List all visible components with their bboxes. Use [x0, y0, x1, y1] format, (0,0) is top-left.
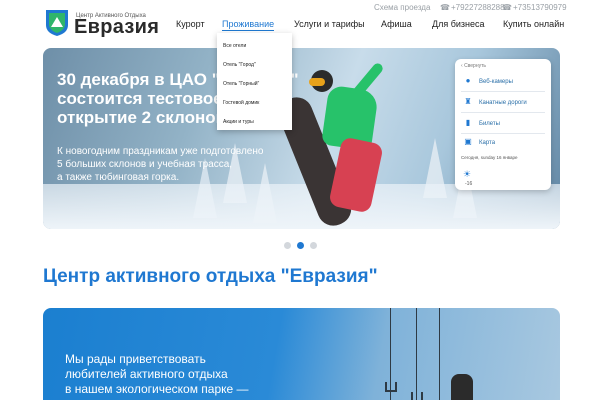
temperature-value: -16	[465, 181, 473, 187]
panel-item-label: Веб-камеры	[479, 79, 513, 85]
snow-ground	[43, 184, 560, 229]
lift-cable	[416, 308, 417, 400]
panel-item-label: Билеты	[479, 121, 500, 127]
panel-item-tickets[interactable]: ▮ Билеты	[463, 116, 547, 130]
map-icon: ▣	[464, 137, 472, 146]
panel-item-label: Канатные дороги	[479, 100, 527, 106]
phone-link-2[interactable]: ☎+73513790979	[502, 3, 567, 12]
quick-links-panel: ‹ Свернуть ● Веб-камеры ♜ Канатные дороги …	[455, 59, 551, 190]
divider	[461, 112, 545, 113]
hero-description: К новогодним праздникам уже подготовлено…	[57, 145, 317, 184]
banner-text-line: любителей активного отдыха	[65, 367, 228, 381]
sun-icon: ☀	[463, 169, 472, 179]
snowboarder-image	[309, 78, 325, 86]
accommodation-dropdown: Все отели Отель "Город" Отель "Горный" Г…	[217, 33, 292, 130]
dropdown-item-all-hotels[interactable]: Все отели	[217, 37, 292, 56]
logo-icon[interactable]	[43, 7, 71, 37]
phone-link-1[interactable]: ☎+79227288288	[440, 3, 505, 12]
pin-icon: ●	[465, 76, 471, 85]
hero-text-line: а также тюбинговая горка.	[57, 172, 180, 183]
nav-item-business[interactable]: Для бизнеса	[432, 19, 485, 29]
panel-item-lifts[interactable]: ♜ Канатные дороги	[463, 95, 547, 109]
chairlift-image	[411, 392, 423, 400]
panel-item-map[interactable]: ▣ Карта	[463, 135, 547, 149]
site-header: Центр Активного Отдыха Евразия Схема про…	[0, 0, 600, 46]
dropdown-item-guest-house[interactable]: Гостевой домик	[217, 94, 292, 113]
lift-icon: ♜	[464, 97, 472, 106]
lift-cable	[439, 308, 440, 400]
banner-text-line: в нашем экологическом парке —	[65, 382, 249, 396]
phone-number-1: +79227288288	[450, 3, 505, 12]
section-title: Центр активного отдыха "Евразия"	[43, 266, 378, 287]
phone-number-2: +73513790979	[512, 3, 567, 12]
hero-text-line: К новогодним праздникам уже подготовлено	[57, 146, 264, 157]
route-link[interactable]: Схема проезда	[374, 3, 430, 12]
phone-icon: ☎	[502, 3, 512, 12]
divider	[461, 91, 545, 92]
nav-item-services[interactable]: Услуги и тарифы	[294, 19, 365, 29]
dropdown-item-hotel-gorod[interactable]: Отель "Город"	[217, 56, 292, 75]
chairlift-image	[385, 382, 397, 392]
hero-text-line: 5 больших склонов и учебная трасса,	[57, 159, 233, 170]
dropdown-item-offers[interactable]: Акции и туры	[217, 113, 292, 132]
banner-text-line: Мы рады приветствовать	[65, 352, 206, 366]
ticket-icon: ▮	[465, 118, 471, 127]
about-banner: Мы рады приветствовать любителей активно…	[43, 308, 560, 400]
weather-date: Сегодня, sunday 16 январе	[461, 155, 518, 160]
panel-item-webcams[interactable]: ● Веб-камеры	[463, 74, 547, 88]
nav-item-buy-online[interactable]: Купить онлайн	[503, 19, 564, 29]
skier-image	[451, 374, 473, 400]
divider	[461, 133, 545, 134]
banner-text: Мы рады приветствовать любителей активно…	[65, 352, 249, 397]
nav-item-resort[interactable]: Курорт	[176, 19, 205, 29]
panel-item-label: Карта	[479, 140, 496, 146]
slider-dot[interactable]	[284, 242, 291, 249]
dropdown-item-hotel-gorny[interactable]: Отель "Горный"	[217, 75, 292, 94]
phone-icon: ☎	[440, 3, 450, 12]
nav-item-events[interactable]: Афиша	[381, 19, 412, 29]
collapse-label: Свернуть	[464, 63, 486, 69]
collapse-button[interactable]: ‹ Свернуть	[461, 63, 486, 69]
logo-name[interactable]: Евразия	[74, 16, 159, 39]
nav-item-accommodation[interactable]: Проживание	[222, 19, 275, 31]
slider-dots	[284, 242, 324, 250]
slider-dot[interactable]	[310, 242, 317, 249]
slider-dot-active[interactable]	[297, 242, 304, 249]
